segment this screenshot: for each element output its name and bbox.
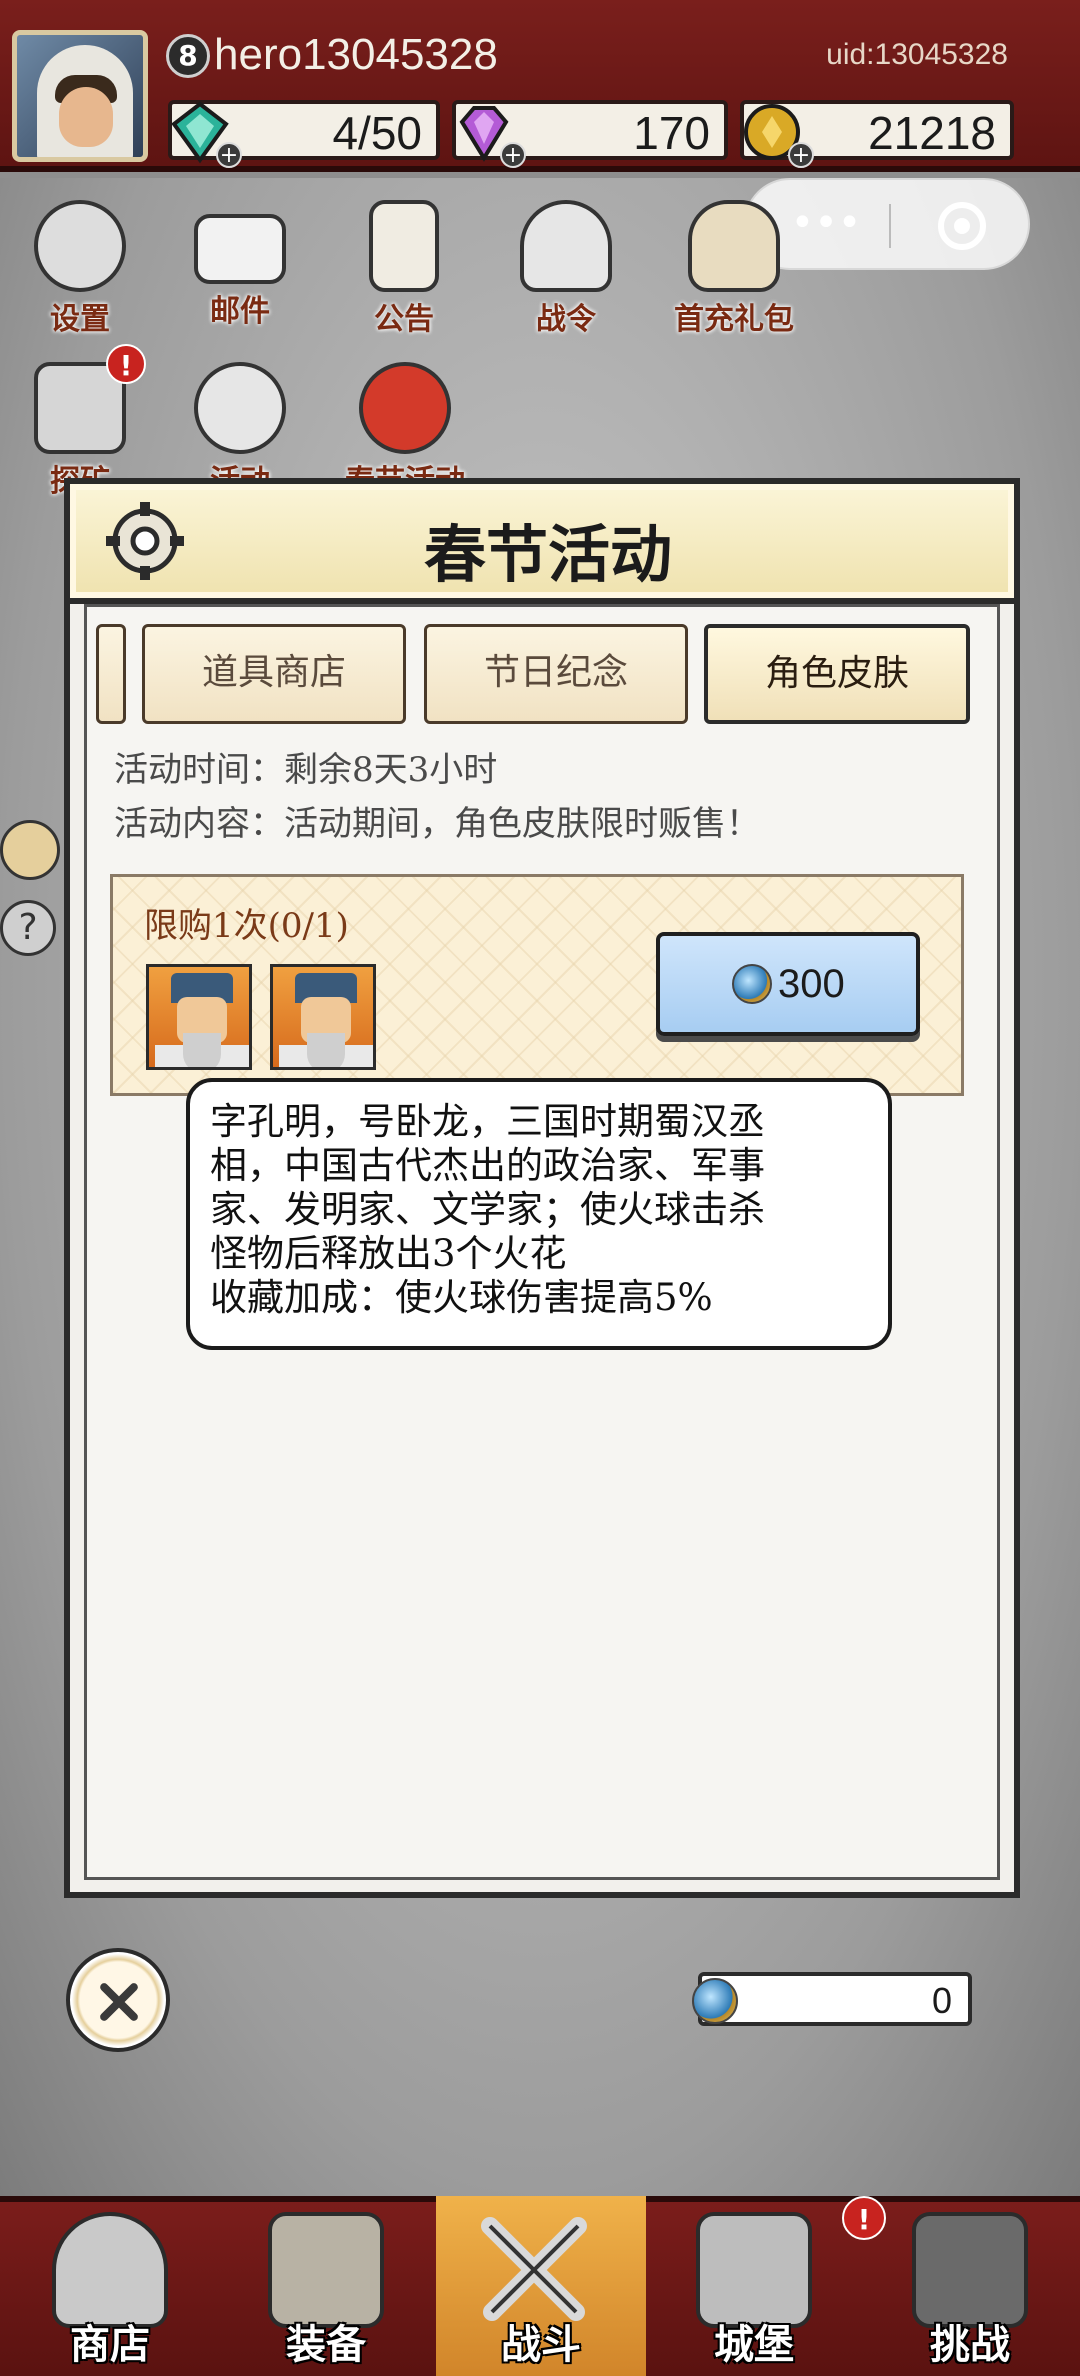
castle-tower-icon [696,2212,812,2328]
menu-mail-label: 邮件 [210,294,270,329]
menu-settings-label: 设置 [50,302,110,337]
menu-notice-label: 公告 [374,302,434,337]
tooltip-bonus-line: 收藏加成：使火球伤害提高5% [210,1276,713,1319]
coin-balance-value: 0 [931,1980,952,2021]
menu-notice[interactable]: 公告 [344,200,464,338]
gift-bag-icon [688,200,780,292]
gold-counter[interactable]: + 21218 [740,100,1014,168]
mining-alert-badge: ! [106,344,146,384]
scroll-icon [369,200,439,292]
nav-equipment-label: 装备 [286,2322,366,2368]
buy-price: 300 [778,962,845,1006]
add-gold-icon[interactable]: + [788,142,814,168]
activity-content: 活动内容：活动期间，角色皮肤限时贩售！ [114,804,760,844]
dialog-title-bar: 春节活动 [64,478,1020,604]
gem-counter[interactable]: + 170 [452,100,728,168]
nav-castle[interactable]: 城堡 [654,2196,854,2376]
nav-battle[interactable]: 战斗 [436,2196,646,2376]
lantern-icon [359,362,451,454]
menu-battle-pass-label: 战令 [536,302,596,337]
tab-festival-memorial[interactable]: 节日纪念 [424,624,688,724]
player-avatar[interactable] [12,30,148,162]
gear-icon [34,200,126,292]
side-cloud-icon[interactable] [0,820,60,880]
nav-challenge-label: 挑战 [930,2322,1010,2368]
tab-hidden-left[interactable] [96,624,126,724]
menu-settings[interactable]: 设置 [20,200,140,338]
tab-item-shop[interactable]: 道具商店 [142,624,406,724]
crossed-swords-icon [481,2217,587,2321]
tooltip-line: 相，中国古代杰出的政治家、军事 [210,1144,765,1187]
nav-battle-label: 战斗 [501,2322,581,2368]
menu-mail[interactable]: 邮件 [180,200,300,330]
purchase-limit: 限购1次(0/1) [144,906,349,946]
gold-value: 21218 [868,107,996,159]
tooltip-line: 字孔明，号卧龙，三国时期蜀汉丞 [210,1100,765,1143]
coin-balance: 0 [692,1972,972,2026]
energy-counter[interactable]: + 4/50 [168,100,440,168]
level-badge: 8 [166,34,210,78]
menu-first-recharge-label: 首充礼包 [674,302,794,337]
skin-description-tooltip: 字孔明，号卧龙，三国时期蜀汉丞 相，中国古代杰出的政治家、军事 家、发明家、文学… [186,1078,892,1350]
blue-coin-icon [732,964,772,1004]
backpack-icon [268,2212,384,2328]
battle-pass-icon [520,200,612,292]
tooltip-line: 家、发明家、文学家；使火球击杀 [210,1188,765,1231]
add-gems-icon[interactable]: + [500,142,526,168]
close-miniprogram-icon[interactable] [938,202,986,250]
energy-value: 4/50 [332,107,422,159]
help-icon[interactable]: ? [0,900,56,956]
nav-shop[interactable]: 商店 [10,2196,210,2376]
nav-castle-label: 城堡 [714,2322,794,2368]
menu-battle-pass[interactable]: 战令 [506,200,626,338]
tooltip-line: 怪物后释放出3个火花 [210,1232,567,1275]
dialog-title: 春节活动 [423,518,672,591]
blue-coin-icon [692,1978,738,2024]
zhuge-liang-skin-thumb[interactable] [146,964,252,1070]
gem-value: 170 [633,107,710,159]
nav-challenge[interactable]: 挑战 [870,2196,1070,2376]
nav-shop-label: 商店 [70,2322,150,2368]
locked-fortress-icon [912,2212,1028,2328]
menu-first-recharge[interactable]: 首充礼包 [654,200,814,338]
zhuge-liang-skin-thumb-alt[interactable] [270,964,376,1070]
player-uid: uid:13045328 [826,38,1008,71]
nav-equipment[interactable]: 装备 [226,2196,426,2376]
shop-hut-icon [52,2212,168,2328]
tab-character-skin[interactable]: 角色皮肤 [704,624,970,724]
add-energy-icon[interactable]: + [216,142,242,168]
mail-icon [194,214,286,284]
event-wreath-icon [194,362,286,454]
activity-time: 活动时间：剩余8天3小时 [114,750,498,790]
buy-skin-button[interactable]: 300 [656,932,920,1036]
player-name: hero13045328 [214,30,498,79]
close-dialog-button[interactable] [66,1948,170,2052]
